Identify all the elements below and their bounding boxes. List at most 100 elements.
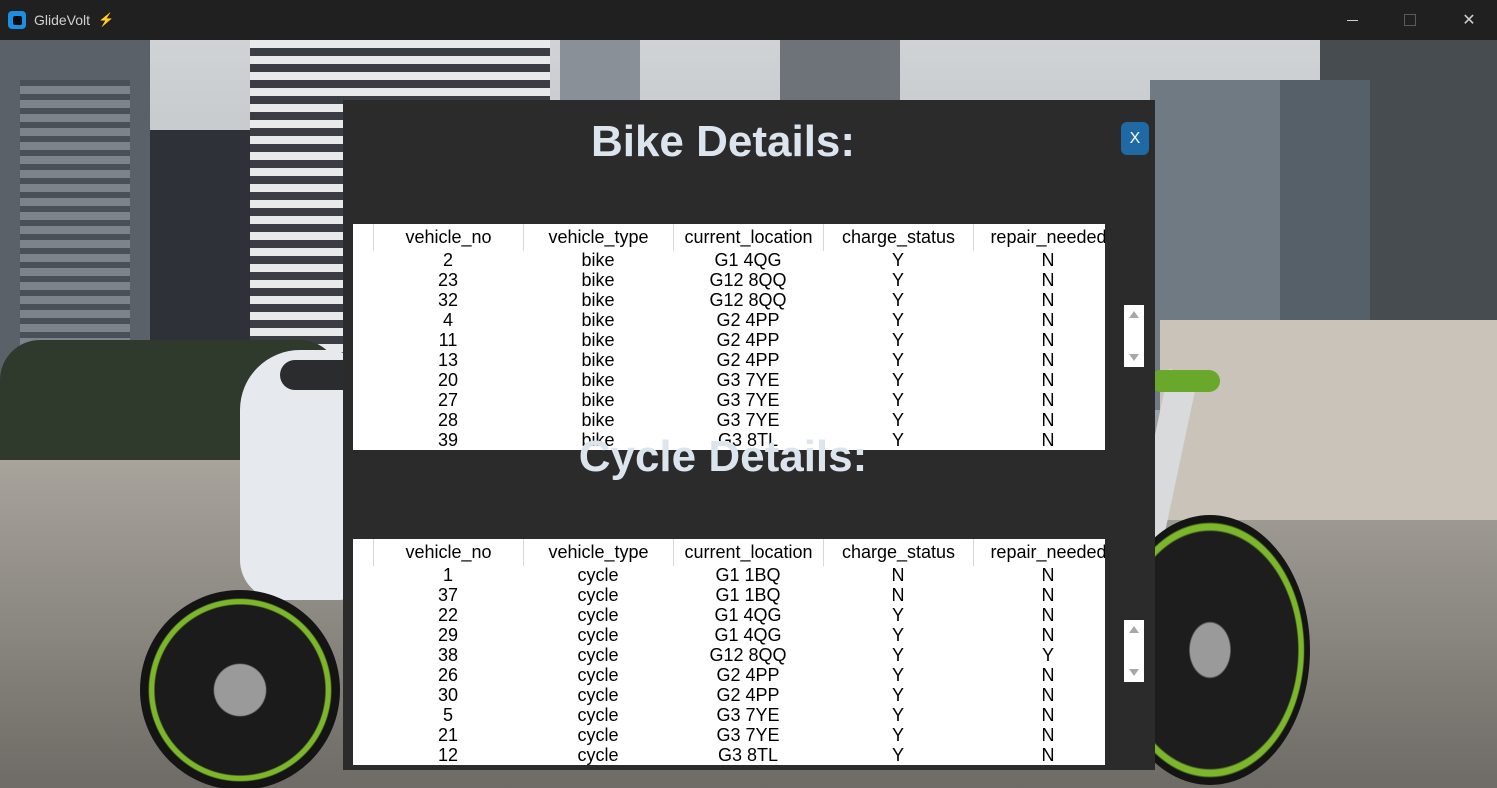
table-row[interactable]: 37 cycle G1 1BQ N N xyxy=(373,585,1105,605)
column-header-vehicle-no[interactable]: vehicle_no xyxy=(373,224,523,251)
cycle-table-header: vehicle_no vehicle_type current_location ch… xyxy=(373,539,1105,566)
table-cell: cycle xyxy=(577,645,619,665)
table-cell: N xyxy=(1041,605,1055,625)
window-title: GlideVolt xyxy=(34,12,91,28)
table-cell: G3 7YE xyxy=(716,705,780,725)
column-header-repair-needed[interactable]: repair_needed xyxy=(973,224,1105,251)
table-row[interactable]: 38 cycle G12 8QQ Y Y xyxy=(373,645,1105,665)
maximize-button[interactable] xyxy=(1381,0,1439,40)
table-row[interactable]: 11 bike G2 4PP Y N xyxy=(373,330,1105,350)
table-cell: 1 xyxy=(442,565,453,585)
table-cell: bike xyxy=(581,330,615,350)
table-row[interactable]: 28 bike G3 7YE Y N xyxy=(373,410,1105,430)
table-cell: N xyxy=(1041,350,1055,370)
table-row[interactable]: 30 cycle G2 4PP Y N xyxy=(373,685,1105,705)
table-cell: G2 4PP xyxy=(716,685,780,705)
table-row[interactable]: 20 bike G3 7YE Y N xyxy=(373,370,1105,390)
table-cell: cycle xyxy=(577,565,619,585)
table-cell: 28 xyxy=(437,410,459,430)
table-row[interactable]: 5 cycle G3 7YE Y N xyxy=(373,705,1105,725)
bike-table-scrollbar[interactable] xyxy=(1124,305,1144,367)
scroll-down-icon[interactable] xyxy=(1129,669,1139,676)
table-cell: cycle xyxy=(577,705,619,725)
column-header-vehicle-no[interactable]: vehicle_no xyxy=(373,539,523,566)
scroll-up-icon[interactable] xyxy=(1129,626,1139,633)
table-cell: G1 1BQ xyxy=(715,585,781,605)
table-cell: N xyxy=(1041,625,1055,645)
cycle-table-scrollbar[interactable] xyxy=(1124,620,1144,682)
table-cell: bike xyxy=(581,290,615,310)
column-header-vehicle-type[interactable]: vehicle_type xyxy=(523,224,673,251)
table-row[interactable]: 27 bike G3 7YE Y N xyxy=(373,390,1105,410)
table-row[interactable]: 21 cycle G3 7YE Y N xyxy=(373,725,1105,745)
table-cell: G12 8QQ xyxy=(709,270,787,290)
column-header-vehicle-type[interactable]: vehicle_type xyxy=(523,539,673,566)
table-cell: cycle xyxy=(577,625,619,645)
table-cell: 26 xyxy=(437,665,459,685)
bike-details-title: Bike Details: xyxy=(590,117,856,166)
window-titlebar: GlideVolt ⚡ ✕ xyxy=(0,0,1497,40)
scroll-up-icon[interactable] xyxy=(1129,311,1139,318)
table-cell: 30 xyxy=(437,685,459,705)
table-cell: Y xyxy=(891,350,904,370)
table-cell: N xyxy=(1041,290,1055,310)
table-row[interactable]: 29 cycle G1 4QG Y N xyxy=(373,625,1105,645)
table-cell: cycle xyxy=(577,685,619,705)
column-header-current-location[interactable]: current_location xyxy=(673,224,823,251)
table-cell: 27 xyxy=(437,390,459,410)
table-cell: cycle xyxy=(577,745,619,765)
table-row[interactable]: 26 cycle G2 4PP Y N xyxy=(373,665,1105,685)
table-row[interactable]: 2 bike G1 4QG Y N xyxy=(373,250,1105,270)
table-cell: G2 4PP xyxy=(716,310,780,330)
table-cell: G12 8QQ xyxy=(709,290,787,310)
window-close-button[interactable]: ✕ xyxy=(1440,0,1497,40)
table-cell: N xyxy=(891,585,905,605)
table-cell: 13 xyxy=(437,350,459,370)
table-cell: Y xyxy=(891,290,904,310)
bolt-icon: ⚡ xyxy=(98,12,115,27)
column-header-charge-status[interactable]: charge_status xyxy=(823,539,973,566)
table-row[interactable]: 23 bike G12 8QQ Y N xyxy=(373,270,1105,290)
table-cell: N xyxy=(1041,330,1055,350)
table-cell: N xyxy=(1041,390,1055,410)
table-cell: G3 7YE xyxy=(716,725,780,745)
column-header-repair-needed[interactable]: repair_needed xyxy=(973,539,1105,566)
table-cell: G1 1BQ xyxy=(715,565,781,585)
table-row[interactable]: 1 cycle G1 1BQ N N xyxy=(373,565,1105,585)
table-cell: G2 4PP xyxy=(716,665,780,685)
modal-close-button[interactable]: X xyxy=(1121,122,1149,155)
table-cell: G3 7YE xyxy=(716,410,780,430)
table-cell: Y xyxy=(891,390,904,410)
table-row[interactable]: 12 cycle G3 8TL Y N xyxy=(373,745,1105,765)
cycle-table-body: 1 cycle G1 1BQ N N 37 cycle G1 1BQ N N 22 cycle G1 4… xyxy=(373,565,1105,765)
table-cell: Y xyxy=(891,705,904,725)
minimize-button[interactable] xyxy=(1323,0,1381,40)
table-cell: Y xyxy=(891,370,904,390)
table-cell: Y xyxy=(891,665,904,685)
scroll-down-icon[interactable] xyxy=(1129,354,1139,361)
table-row[interactable]: 13 bike G2 4PP Y N xyxy=(373,350,1105,370)
column-header-charge-status[interactable]: charge_status xyxy=(823,224,973,251)
table-cell: N xyxy=(1041,565,1055,585)
table-cell: N xyxy=(1041,410,1055,430)
column-header-current-location[interactable]: current_location xyxy=(673,539,823,566)
table-row[interactable]: 22 cycle G1 4QG Y N xyxy=(373,605,1105,625)
table-cell: cycle xyxy=(577,605,619,625)
table-cell: 20 xyxy=(437,370,459,390)
table-cell: N xyxy=(1041,250,1055,270)
table-cell: N xyxy=(1041,665,1055,685)
table-cell: 12 xyxy=(437,745,459,765)
table-cell: 38 xyxy=(437,645,459,665)
table-cell: G2 4PP xyxy=(716,330,780,350)
table-cell: Y xyxy=(891,685,904,705)
bike-table-header: vehicle_no vehicle_type current_location ch… xyxy=(373,224,1105,251)
table-cell: Y xyxy=(891,250,904,270)
bike-table[interactable]: vehicle_no vehicle_type current_location ch… xyxy=(353,224,1105,450)
table-cell: 2 xyxy=(442,250,453,270)
table-cell: bike xyxy=(581,250,615,270)
cycle-table[interactable]: vehicle_no vehicle_type current_location ch… xyxy=(353,539,1105,765)
table-row[interactable]: 4 bike G2 4PP Y N xyxy=(373,310,1105,330)
table-row[interactable]: 32 bike G12 8QQ Y N xyxy=(373,290,1105,310)
table-cell: cycle xyxy=(577,665,619,685)
table-cell: Y xyxy=(891,605,904,625)
